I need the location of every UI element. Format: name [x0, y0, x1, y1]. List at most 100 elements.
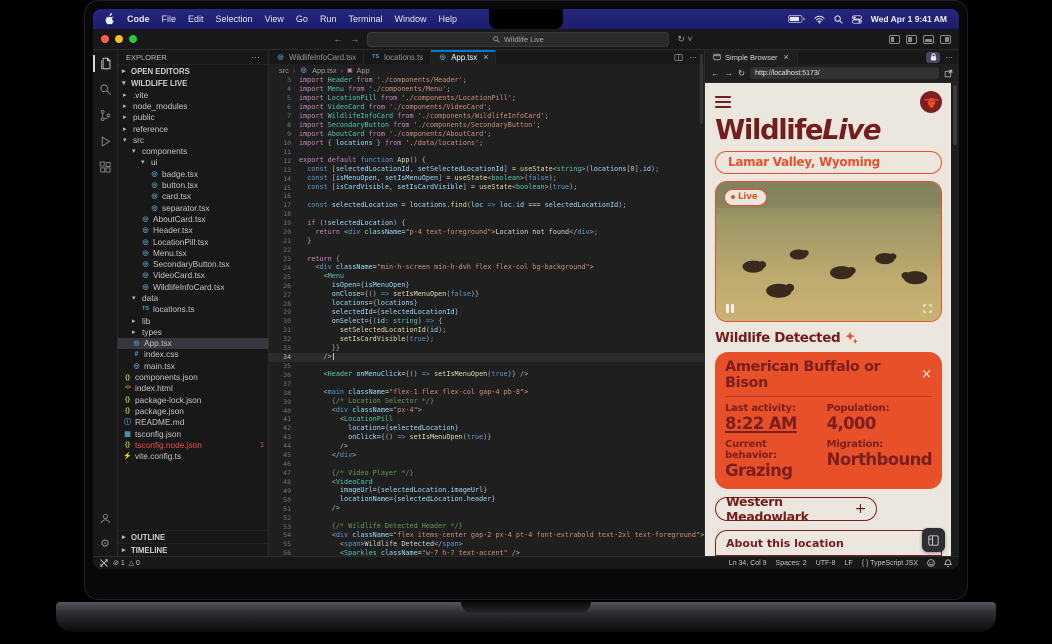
tree-item-public[interactable]: ▸public: [118, 112, 268, 123]
wifi-icon[interactable]: [814, 15, 825, 24]
run-debug-icon[interactable]: [93, 133, 117, 150]
url-input[interactable]: http://localhost:5173/: [750, 67, 939, 79]
status-item[interactable]: Spaces: 2: [776, 560, 807, 567]
avatar[interactable]: [920, 91, 942, 113]
floating-layout-button[interactable]: [922, 528, 945, 552]
feedback-smiley-icon[interactable]: [927, 559, 935, 567]
code-line-45[interactable]: 45 </div>: [269, 451, 704, 460]
code-line-14[interactable]: 14 const [isMenuOpen, setIsMenuOpen] = u…: [269, 174, 704, 183]
tree-item-index.css[interactable]: #index.css: [118, 349, 268, 360]
browser-back-icon[interactable]: ←: [711, 68, 720, 78]
breadcrumb[interactable]: src›◎App.tsx›▣App: [269, 64, 704, 76]
code-line-7[interactable]: 7import WildlifeInfoCard from './compone…: [269, 112, 704, 121]
menu-edit[interactable]: Edit: [188, 14, 204, 24]
explorer-icon[interactable]: [93, 55, 117, 72]
timeline-section[interactable]: ▸ TIMELINE: [118, 543, 268, 556]
code-editor[interactable]: 3import Header from './components/Header…: [269, 76, 704, 556]
code-line-46[interactable]: 46: [269, 460, 704, 469]
menu-window[interactable]: Window: [394, 14, 426, 24]
close-tab-icon[interactable]: ×: [784, 52, 789, 62]
menu-help[interactable]: Help: [438, 14, 457, 24]
browser-reload-icon[interactable]: ↻: [738, 68, 745, 79]
browser-forward-icon[interactable]: →: [725, 68, 734, 78]
code-line-15[interactable]: 15 const [isCardVisible, setIsCardVisibl…: [269, 183, 704, 192]
explorer-more-icon[interactable]: ⋯: [251, 52, 260, 63]
lock-icon[interactable]: [926, 52, 940, 63]
code-line-11[interactable]: 11: [269, 147, 704, 156]
code-line-39[interactable]: 39 {/* Location Selector */}: [269, 397, 704, 406]
tree-item-components.json[interactable]: {}components.json: [118, 371, 268, 382]
hamburger-menu-icon[interactable]: [715, 96, 731, 108]
notifications-bell-icon[interactable]: [944, 559, 952, 567]
code-line-4[interactable]: 4import Menu from './components/Menu';: [269, 85, 704, 94]
problems-indicator[interactable]: ⊘ 1 △ 0: [113, 559, 140, 567]
open-editors-section[interactable]: ▸ OPEN EDITORS: [118, 64, 268, 77]
code-line-16[interactable]: 16: [269, 192, 704, 201]
editor-more-icon[interactable]: ⋯: [689, 53, 697, 62]
code-line-8[interactable]: 8import SecondaryButton from './componen…: [269, 121, 704, 130]
code-line-9[interactable]: 9import AboutCard from './components/Abo…: [269, 130, 704, 139]
code-line-49[interactable]: 49 imageUrl={selectedLocation.imageUrl}: [269, 486, 704, 495]
tree-item-README.md[interactable]: ⓘREADME.md: [118, 417, 268, 428]
code-line-31[interactable]: 31 setSelectedLocationId(id);: [269, 326, 704, 335]
tree-item-SecondaryButton.tsx[interactable]: ◎SecondaryButton.tsx: [118, 258, 268, 269]
tree-item-tsconfig.json[interactable]: ▦tsconfig.json: [118, 428, 268, 439]
code-line-40[interactable]: 40 <div className="px-4">: [269, 406, 704, 415]
tree-item-card.tsx[interactable]: ◎card.tsx: [118, 191, 268, 202]
live-video-card[interactable]: Live: [715, 181, 942, 322]
tree-item-WildlifeInfoCard.tsx[interactable]: ◎WildlifeInfoCard.tsx: [118, 281, 268, 292]
menu-terminal[interactable]: Terminal: [348, 14, 382, 24]
code-line-41[interactable]: 41 <LocationPill: [269, 415, 704, 424]
close-window-button[interactable]: [101, 35, 109, 43]
status-item[interactable]: { } TypeScript JSX: [862, 560, 918, 567]
tree-item-types[interactable]: ▸types: [118, 326, 268, 337]
outline-section[interactable]: ▸ OUTLINE: [118, 530, 268, 543]
tree-item-node_modules[interactable]: ▸node_modules: [118, 100, 268, 111]
tree-item-LocationPill.tsx[interactable]: ◎LocationPill.tsx: [118, 236, 268, 247]
tree-item-Header.tsx[interactable]: ◎Header.tsx: [118, 225, 268, 236]
code-line-17[interactable]: 17 const selectedLocation = locations.fi…: [269, 201, 704, 210]
menu-run[interactable]: Run: [320, 14, 337, 24]
code-line-50[interactable]: 50 locationName={selectedLocation.header…: [269, 495, 704, 504]
status-item[interactable]: Ln 34, Col 9: [729, 560, 767, 567]
tree-item-components[interactable]: ▾components: [118, 145, 268, 156]
code-line-54[interactable]: 54 <div className="flex items-center gap…: [269, 531, 704, 540]
code-line-36[interactable]: 36 <Header onMenuClick={() => setIsMenuO…: [269, 370, 704, 379]
code-line-10[interactable]: 10import { locations } from './data/loca…: [269, 138, 704, 147]
command-center-search[interactable]: Wildlife Live: [367, 32, 669, 47]
battery-icon[interactable]: [788, 15, 805, 23]
code-line-38[interactable]: 38 <main className="flex-1 flex flex-col…: [269, 388, 704, 397]
code-line-37[interactable]: 37: [269, 379, 704, 388]
open-external-icon[interactable]: [944, 69, 953, 78]
breadcrumb-item-src[interactable]: src: [279, 66, 289, 75]
code-line-35[interactable]: 35: [269, 362, 704, 371]
editor-scrollbar[interactable]: [700, 54, 703, 124]
tree-item-main.tsx[interactable]: ◎main.tsx: [118, 360, 268, 371]
code-line-42[interactable]: 42 location={selectedLocation}: [269, 424, 704, 433]
workspace-root-section[interactable]: ▾ WILDLIFE LIVE: [118, 77, 268, 89]
pause-icon[interactable]: [726, 304, 734, 313]
tree-item-App.tsx[interactable]: ◎App.tsx: [118, 338, 268, 349]
settings-gear-icon[interactable]: ⚙: [93, 535, 117, 552]
tree-item-badge.tsx[interactable]: ◎badge.tsx: [118, 168, 268, 179]
code-line-33[interactable]: 33 }}: [269, 344, 704, 353]
close-tab-icon[interactable]: ×: [483, 52, 488, 62]
tree-item-ui[interactable]: ▾ui: [118, 157, 268, 168]
code-line-21[interactable]: 21 }: [269, 237, 704, 246]
zoom-window-button[interactable]: [129, 35, 137, 43]
toggle-bottom-panel-icon[interactable]: [923, 35, 934, 44]
code-line-27[interactable]: 27 onClose={() => setIsMenuOpen(false)}: [269, 290, 704, 299]
source-control-icon[interactable]: [93, 107, 117, 124]
tree-item-package.json[interactable]: {}package.json: [118, 405, 268, 416]
tree-item-Menu.tsx[interactable]: ◎Menu.tsx: [118, 247, 268, 258]
toggle-panel-layout-icon[interactable]: [889, 35, 900, 44]
code-line-26[interactable]: 26 isOpen={isMenuOpen}: [269, 281, 704, 290]
code-line-22[interactable]: 22: [269, 246, 704, 255]
code-line-48[interactable]: 48 <VideoCard: [269, 477, 704, 486]
code-line-43[interactable]: 43 onClick={() => setIsMenuOpen(true)}: [269, 433, 704, 442]
tree-item-reference[interactable]: ▸reference: [118, 123, 268, 134]
code-line-3[interactable]: 3import Header from './components/Header…: [269, 76, 704, 85]
code-line-53[interactable]: 53 {/* Wildlife Detected Header */}: [269, 522, 704, 531]
apple-logo-icon[interactable]: [105, 13, 115, 25]
code-line-5[interactable]: 5import LocationPill from './components/…: [269, 94, 704, 103]
